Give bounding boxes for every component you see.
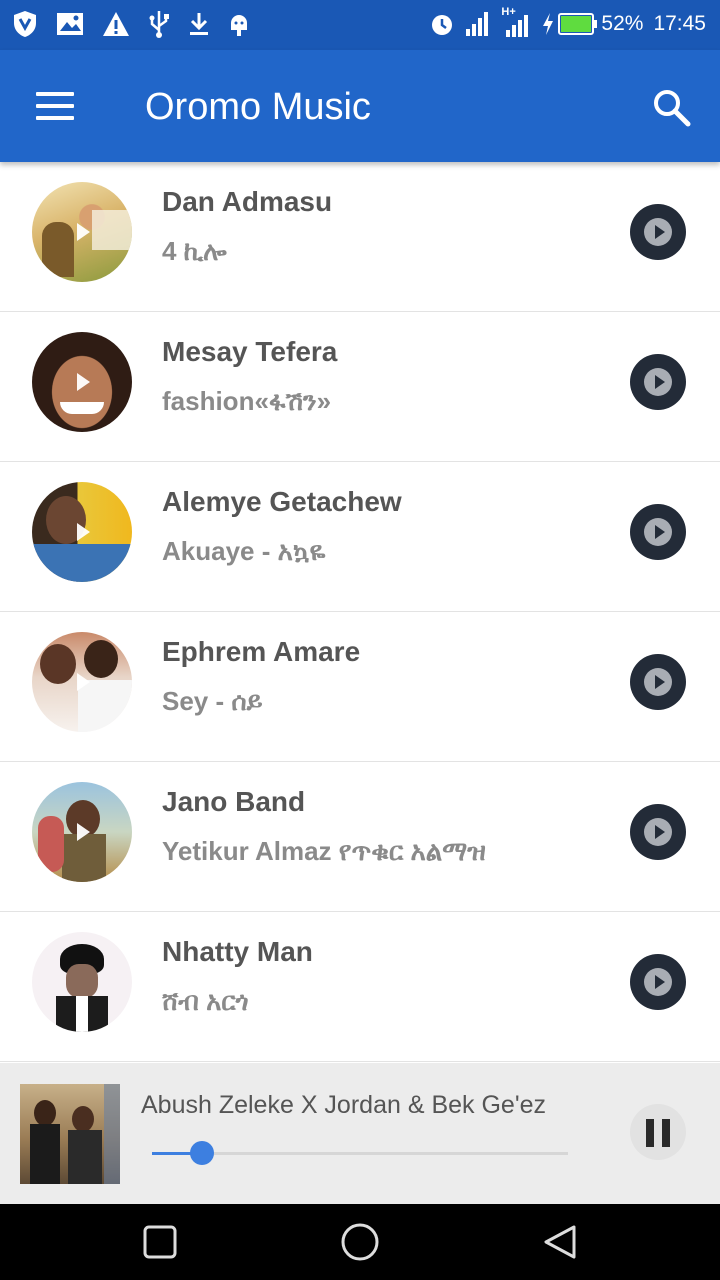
system-navigation-bar	[0, 1204, 720, 1280]
clock: 17:45	[653, 12, 706, 35]
play-icon	[644, 668, 672, 696]
usb-icon	[149, 11, 169, 38]
song-title: ሸብ አርጎ	[162, 986, 249, 1016]
system-icons: H+ 52% 17:45	[429, 6, 706, 38]
seek-bar[interactable]	[152, 1141, 568, 1165]
album-art-thumbnail	[32, 482, 132, 582]
album-art-thumbnail	[32, 332, 132, 432]
song-title: fashion«ፋሽን»	[162, 386, 332, 416]
back-icon[interactable]	[542, 1224, 578, 1260]
artist-name: Alemye Getachew	[162, 486, 402, 517]
warning-icon	[103, 12, 129, 36]
play-button[interactable]	[630, 654, 686, 710]
home-icon[interactable]	[340, 1222, 380, 1262]
artist-name: Jano Band	[162, 786, 306, 817]
shield-icon	[14, 11, 36, 37]
now-playing-bar[interactable]: Abush Zeleke X Jordan & Bek Ge'ez	[0, 1063, 720, 1204]
seek-bar-thumb[interactable]	[189, 1141, 214, 1165]
now-playing-title: Abush Zeleke X Jordan & Bek Ge'ez	[141, 1091, 546, 1119]
image-icon	[57, 13, 83, 35]
pause-icon[interactable]	[630, 1104, 686, 1160]
song-title: Akuaye - አኳዬ	[162, 536, 326, 566]
song-title: Yetikur Almaz የጥቁር አልማዝ	[162, 836, 486, 866]
app-bar: Oromo Music	[0, 50, 720, 162]
mobile-data-signal-icon: H+	[501, 6, 531, 38]
play-button[interactable]	[630, 504, 686, 560]
artist-name: Mesay Tefera	[162, 336, 338, 367]
album-art-thumbnail	[32, 632, 132, 732]
song-list: Dan Admasu 4 ኪሎ Mesay Tefera fashion«ፋሽን…	[0, 162, 720, 1062]
play-icon	[644, 368, 672, 396]
signal-icon	[466, 12, 489, 36]
download-icon	[190, 13, 208, 35]
battery-percent: 52%	[601, 12, 644, 35]
play-button[interactable]	[630, 804, 686, 860]
play-button[interactable]	[630, 954, 686, 1010]
play-icon	[644, 218, 672, 246]
play-icon	[644, 818, 672, 846]
android-debug-icon	[231, 15, 247, 36]
list-item[interactable]: Mesay Tefera fashion«ፋሽን»	[0, 312, 720, 462]
play-icon	[644, 968, 672, 996]
status-bar: H+ 52% 17:45	[0, 0, 720, 50]
list-item[interactable]: Ephrem Amare Sey - ሰይ	[0, 612, 720, 762]
alarm-icon	[432, 15, 453, 35]
now-playing-cover-art	[20, 1084, 120, 1184]
play-icon	[644, 518, 672, 546]
song-title: Sey - ሰይ	[162, 686, 263, 716]
artist-name: Nhatty Man	[162, 936, 313, 967]
battery-indicator: 52%	[541, 12, 643, 36]
charging-bolt-icon	[543, 13, 554, 35]
recent-apps-icon[interactable]	[142, 1224, 178, 1260]
list-item[interactable]: Alemye Getachew Akuaye - አኳዬ	[0, 462, 720, 612]
search-icon[interactable]	[650, 86, 694, 130]
app-title: Oromo Music	[145, 86, 371, 128]
list-item[interactable]: Jano Band Yetikur Almaz የጥቁር አልማዝ	[0, 762, 720, 912]
play-button[interactable]	[630, 354, 686, 410]
battery-icon	[558, 13, 598, 35]
hamburger-menu-icon[interactable]	[36, 92, 76, 122]
notification-icons	[12, 10, 250, 38]
artist-name: Dan Admasu	[162, 186, 333, 217]
list-item[interactable]: Nhatty Man ሸብ አርጎ	[0, 912, 720, 1062]
album-art-thumbnail	[32, 932, 132, 1032]
artist-name: Ephrem Amare	[162, 636, 361, 667]
album-art-thumbnail	[32, 782, 132, 882]
album-art-thumbnail	[32, 182, 132, 282]
song-title: 4 ኪሎ	[162, 236, 227, 266]
play-button[interactable]	[630, 204, 686, 260]
list-item[interactable]: Dan Admasu 4 ኪሎ	[0, 162, 720, 312]
